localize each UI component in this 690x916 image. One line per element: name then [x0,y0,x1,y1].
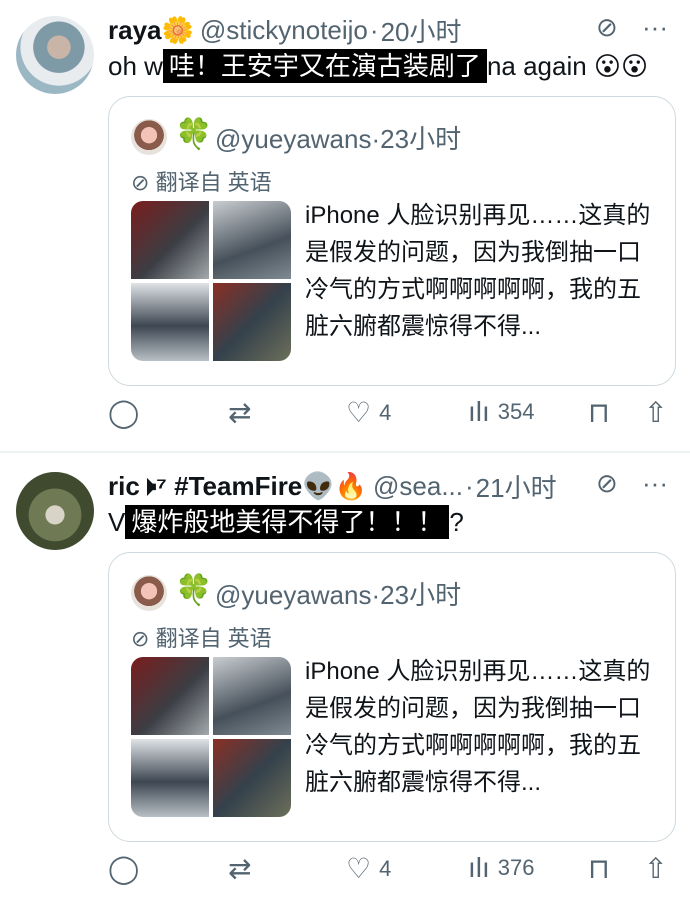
more-options-icon[interactable]: ··· [642,12,668,43]
view-count: 354 [497,399,535,424]
tweet-2[interactable]: ric🕨⁷ #TeamFire👽🔥 @sea... · 21小时 ⊘ ··· V… [0,456,690,916]
share-icon: ⇧ [644,397,668,428]
translated-from[interactable]: ⊘ 翻译自 英语 [131,165,272,197]
action-bar: ◯ ⇄ ♡ 4 ılı 376 ⊓ ⇧ [108,852,678,892]
bookmark-icon: ⊓ [588,397,610,428]
avatar[interactable] [16,16,94,94]
share-button[interactable]: ⇧ [644,852,667,885]
views-button[interactable]: ılı 376 [468,852,535,884]
translated-label: 翻译自 英语 [155,626,272,651]
clover-icon: 🍀 [175,574,213,607]
tweet-text-end: ? [449,507,464,537]
bookmark-button[interactable]: ⊓ [588,852,610,885]
clover-icon: 🍀 [175,118,213,151]
media-thumbnail[interactable] [131,739,209,817]
quoted-timestamp[interactable]: 23小时 [380,124,461,154]
tweet-text: oh w 哇！王安宇又在演古装剧了 na again 😮😮 [108,46,648,83]
tweet-1[interactable]: raya🌼 @stickynoteijo · 20小时 ⊘ ··· oh w 哇！… [0,0,690,452]
quoted-avatar[interactable] [131,119,167,155]
bookmark-button[interactable]: ⊓ [588,396,610,429]
overlaid-caption: 爆炸般地美得不得了！！！ [125,505,450,539]
media-grid [131,201,291,361]
grok-icon[interactable]: ⊘ [596,12,618,43]
share-icon: ⇧ [644,853,668,884]
quoted-tweet[interactable]: 🍀 @yueyawans·23小时 ⊘ 翻译自 英语 iPhone 人脸识别再见… [108,552,676,842]
separator-dot: · [369,15,379,45]
retweet-icon: ⇄ [228,397,252,428]
share-button[interactable]: ⇧ [644,396,667,429]
author-handle[interactable]: @stickynoteijo [200,15,368,46]
author-name[interactable]: ric🕨⁷ #TeamFire👽🔥 [108,471,367,503]
quoted-tweet[interactable]: 🍀 @yueyawans·23小时 ⊘ 翻译自 英语 iPhone 人脸识别再见… [108,96,676,386]
reply-icon: ◯ [108,397,140,428]
quoted-handle[interactable]: @yueyawans [215,124,371,154]
media-thumbnail[interactable] [131,283,209,361]
like-button[interactable]: ♡ 4 [346,396,391,429]
tweet-header: ric🕨⁷ #TeamFire👽🔥 @sea... · 21小时 [108,468,557,505]
like-button[interactable]: ♡ 4 [346,852,391,885]
quoted-handle-line: @yueyawans·23小时 [215,580,462,610]
quoted-handle[interactable]: @yueyawans [215,580,371,610]
media-thumbnail[interactable] [131,657,209,735]
media-thumbnail[interactable] [213,739,291,817]
like-count: 4 [379,855,392,881]
translate-icon: ⊘ [131,626,150,651]
separator-dot: · [465,471,474,501]
action-bar: ◯ ⇄ ♡ 4 ılı 354 ⊓ ⇧ [108,396,678,436]
translate-icon: ⊘ [131,170,150,195]
quoted-timestamp[interactable]: 23小时 [380,580,461,610]
like-icon: ♡ [346,853,372,884]
like-count: 4 [379,399,392,425]
media-thumbnail[interactable] [131,201,209,279]
retweet-button[interactable]: ⇄ [228,852,251,885]
quoted-text: iPhone 人脸识别再见……这真的是假发的问题，因为我倒抽一口冷气的方式啊啊啊… [305,658,651,796]
views-button[interactable]: ılı 354 [468,396,535,428]
media-thumbnail[interactable] [213,657,291,735]
author-handle[interactable]: @sea... [373,471,463,502]
bookmark-icon: ⊓ [588,853,610,884]
tweet-text-start: oh w [108,51,163,81]
timestamp[interactable]: 20小时 [381,12,462,49]
media-thumbnail[interactable] [213,201,291,279]
reply-button[interactable]: ◯ [108,396,139,429]
reply-icon: ◯ [108,853,140,884]
views-icon: ılı [468,396,490,427]
overlaid-caption: 哇！王安宇又在演古装剧了 [162,49,487,83]
views-icon: ılı [468,852,490,883]
timestamp[interactable]: 21小时 [476,468,557,505]
grok-icon[interactable]: ⊘ [596,468,618,499]
author-name[interactable]: raya🌼 [108,15,194,46]
quoted-avatar[interactable] [131,575,167,611]
translated-label: 翻译自 英语 [155,170,272,195]
media-grid [131,657,291,817]
quoted-handle-line: @yueyawans·23小时 [215,124,462,154]
retweet-button[interactable]: ⇄ [228,396,251,429]
tweet-text: V 爆炸般地美得不得了！！！? [108,502,464,539]
tweet-text-end: na again 😮😮 [486,51,649,81]
like-icon: ♡ [346,397,372,428]
retweet-icon: ⇄ [228,853,252,884]
more-options-icon[interactable]: ··· [642,468,668,499]
tweet-header: raya🌼 @stickynoteijo · 20小时 [108,12,461,49]
quoted-text: iPhone 人脸识别再见……这真的是假发的问题，因为我倒抽一口冷气的方式啊啊啊… [305,202,651,340]
media-thumbnail[interactable] [213,283,291,361]
tweet-divider [0,451,690,453]
tweet-text-start: V [108,507,126,537]
avatar[interactable] [16,472,94,550]
translated-from[interactable]: ⊘ 翻译自 英语 [131,621,272,653]
reply-button[interactable]: ◯ [108,852,139,885]
view-count: 376 [497,855,535,880]
